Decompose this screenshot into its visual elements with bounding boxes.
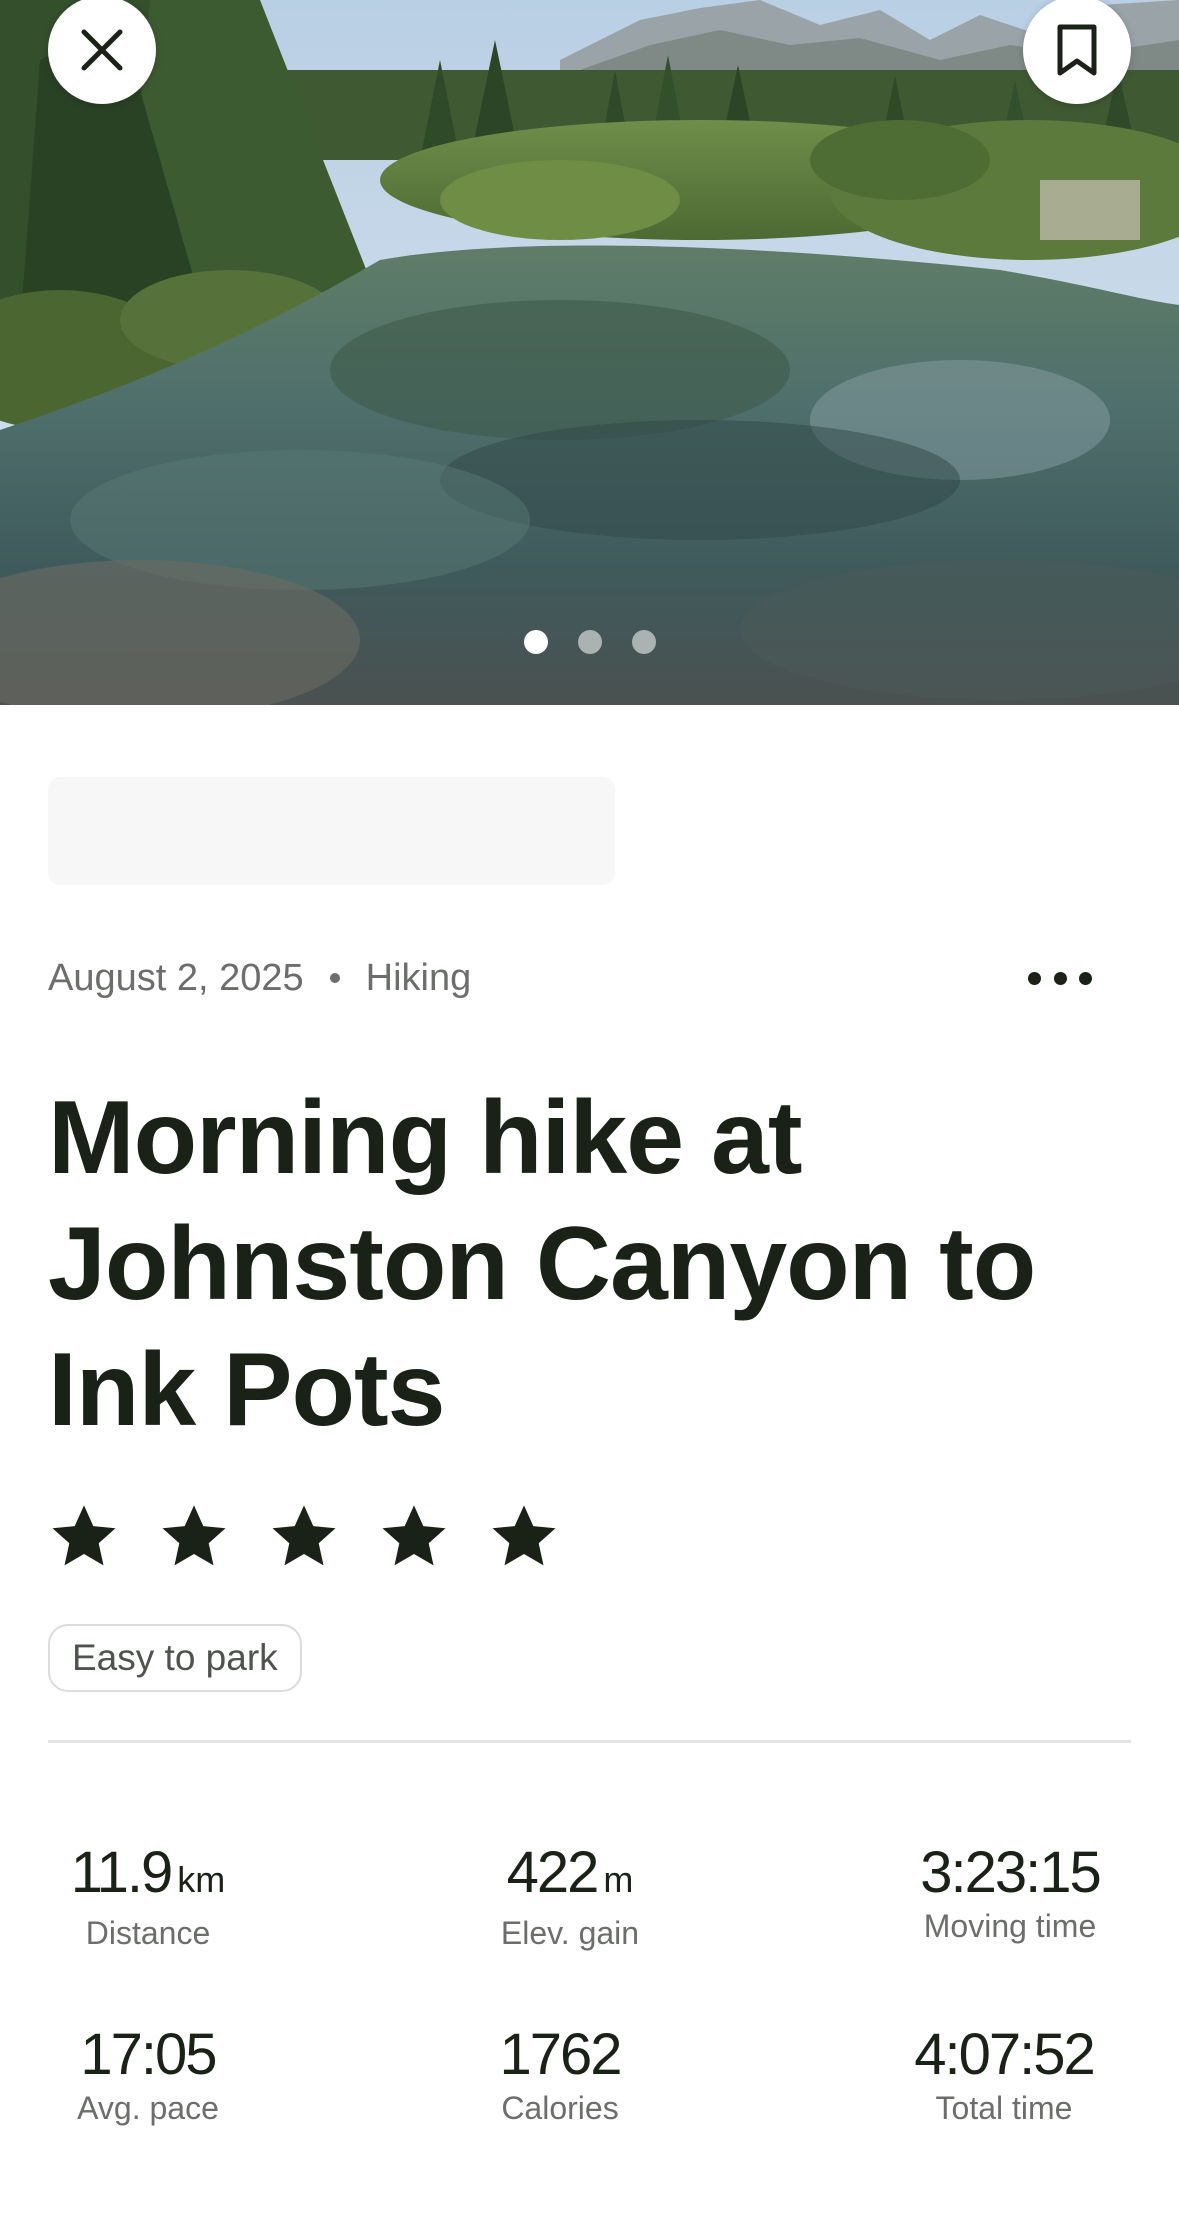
star-icon[interactable] [268,1500,340,1572]
stat-label: Distance [85,1915,211,1951]
stat-elev-gain: 422 m Elev. gain [480,1840,660,1953]
activity-type: Hiking [365,956,472,999]
stat-distance: 11.9 km Distance [48,1840,248,1953]
activity-meta: August 2, 2025 Hiking [48,950,471,1006]
stat-value: 3:23:15 [920,1840,1102,1905]
star-icon[interactable] [488,1500,560,1572]
stat-value: 422 [506,1840,600,1905]
stat-value: 4:07:52 [914,2022,1096,2087]
stat-label: Moving time [923,1908,1097,1944]
close-button[interactable] [48,0,156,104]
more-options-button[interactable] [1020,955,1100,1001]
stat-label: Total time [935,2090,1073,2126]
activity-date: August 2, 2025 [48,956,304,999]
bookmark-button[interactable] [1023,0,1131,104]
stat-label: Elev. gain [500,1915,640,1951]
tag-chip[interactable]: Easy to park [48,1624,302,1692]
carousel-dot-1[interactable] [523,630,548,654]
bookmark-icon [1057,24,1097,76]
stat-moving-time: 3:23:15 Moving time [905,1840,1115,1946]
carousel-indicator [0,630,1179,654]
stat-label: Calories [501,2090,619,2126]
stat-value: 11.9 [70,1840,174,1905]
stat-unit: km [177,1859,226,1900]
stat-calories: 1762 Calories [480,2022,640,2128]
close-icon [81,29,123,71]
star-icon[interactable] [48,1500,120,1572]
lake-photo [0,0,1179,705]
hero-photo-carousel[interactable] [0,0,1179,705]
tag-chip-label: Easy to park [72,1637,278,1678]
loading-placeholder [48,777,615,885]
rating-stars [48,1500,560,1572]
stat-value: 17:05 [80,2022,217,2087]
activity-title: Morning hike at Johnston Canyon to Ink P… [48,1080,1036,1448]
stat-total-time: 4:07:52 Total time [885,2022,1123,2128]
meta-separator-dot [329,973,340,983]
stat-avg-pace: 17:05 Avg. pace [48,2022,248,2128]
carousel-dot-2[interactable] [577,630,602,654]
stat-unit: m [603,1859,634,1900]
activity-detail-screen: August 2, 2025 Hiking Morning hike at Jo… [0,0,1179,2226]
star-icon[interactable] [378,1500,450,1572]
stat-value: 1762 [499,2022,622,2087]
carousel-dot-3[interactable] [631,630,656,654]
star-icon[interactable] [158,1500,230,1572]
divider [48,1740,1131,1743]
stat-label: Avg. pace [77,2090,219,2126]
more-horizontal-icon [1028,971,1041,985]
